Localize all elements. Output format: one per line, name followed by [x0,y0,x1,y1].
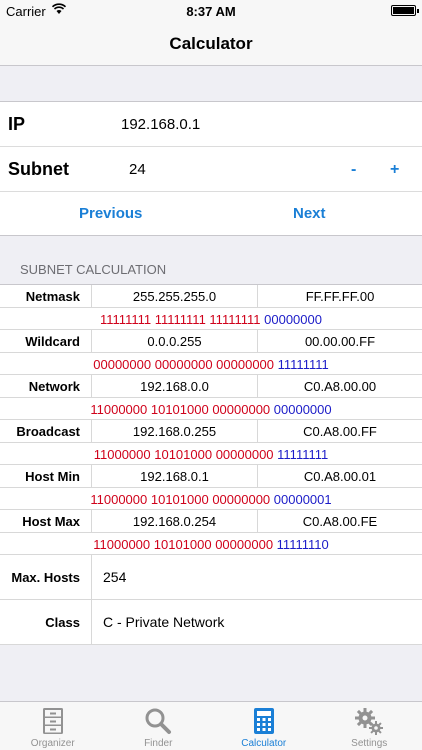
max-hosts-value: 254 [91,555,422,600]
navigation-bar: Calculator [0,22,422,66]
tab-label: Organizer [30,738,75,749]
hex-value: FF.FF.FF.00 [257,285,422,307]
input-group: IP 192.168.0.1 Subnet 24 - + Previous Ne… [0,101,422,236]
subnet-increment-button[interactable]: + [390,161,399,179]
pagination-row: Previous Next [0,192,422,237]
previous-button[interactable]: Previous [79,205,142,222]
binary-host-bits: 00000000 [264,311,322,327]
page-title: Calculator [169,34,253,53]
tab-calculator[interactable]: Calculator [211,702,317,750]
tab-finder[interactable]: Finder [106,702,212,750]
binary-network-bits: 11000000 10101000 00000000 [93,446,274,462]
decimal-value: 192.168.0.0 [91,375,257,397]
hex-value: C0.A8.00.00 [257,375,422,397]
binary-network-bits: 00000000 00000000 00000000 [93,356,275,372]
row-name: Netmask [25,289,80,304]
binary-network-bits: 11000000 10101000 00000000 [90,491,271,507]
gears-icon [355,708,384,735]
binary-host-bits: 00000001 [273,491,332,507]
host-min-row: Host Min 192.168.0.1 C0.A8.00.01 [0,465,422,488]
decimal-value: 0.0.0.255 [91,330,257,352]
binary-host-bits: 00000000 [273,401,332,417]
netmask-binary-row: 11111111 11111111 11111111 00000000 [0,308,422,330]
class-label: Class [45,615,80,630]
wildcard-binary-row: 00000000 00000000 00000000 11111111 [0,353,422,375]
wildcard-row: Wildcard 0.0.0.255 00.00.00.FF [0,330,422,353]
row-name: Network [28,379,80,394]
binary-host-bits: 11111111 [277,356,329,372]
tab-label: Calculator [241,738,287,749]
decimal-value: 192.168.0.255 [91,420,257,442]
class-row: Class C - Private Network [0,600,422,645]
subnet-input[interactable]: 24 [129,161,146,178]
battery-icon [391,5,419,16]
max-hosts-row: Max. Hosts 254 [0,555,422,600]
ip-label: IP [8,114,26,134]
binary-network-bits: 11111111 11111111 11111111 [100,311,261,327]
next-button[interactable]: Next [293,205,326,222]
decimal-value: 192.168.0.254 [91,510,257,532]
status-bar: Carrier 8:37 AM [0,0,422,22]
hex-value: 00.00.00.FF [257,330,422,352]
binary-network-bits: 11000000 10101000 00000000 [93,536,274,552]
network-binary-row: 11000000 10101000 00000000 00000000 [0,398,422,420]
netmask-row: Netmask 255.255.255.0 FF.FF.FF.00 [0,285,422,308]
row-name: Host Min [25,469,80,484]
host-max-row: Host Max 192.168.0.254 C0.A8.00.FE [0,510,422,533]
cabinet-icon [42,708,63,734]
hex-value: C0.A8.00.01 [257,465,422,487]
row-name: Wildcard [25,334,80,349]
subnet-decrement-button[interactable]: - [351,161,356,179]
broadcast-binary-row: 11000000 10101000 00000000 11111111 [0,443,422,465]
max-hosts-label: Max. Hosts [11,570,80,585]
tab-label: Finder [144,738,173,749]
subnet-calculation-table: Netmask 255.255.255.0 FF.FF.FF.00 111111… [0,284,422,645]
decimal-value: 192.168.0.1 [91,465,257,487]
row-name: Host Max [22,514,80,529]
row-name: Broadcast [16,424,80,439]
broadcast-row: Broadcast 192.168.0.255 C0.A8.00.FF [0,420,422,443]
binary-host-bits: 11111110 [276,536,329,552]
binary-network-bits: 11000000 10101000 00000000 [90,401,271,417]
hex-value: C0.A8.00.FF [257,420,422,442]
network-row: Network 192.168.0.0 C0.A8.00.00 [0,375,422,398]
tab-bar: Organizer Finder Calculator Settings [0,701,422,750]
ip-input[interactable]: 192.168.0.1 [121,116,200,133]
status-time: 8:37 AM [186,4,236,19]
decimal-value: 255.255.255.0 [91,285,257,307]
section-header: SUBNET CALCULATION [20,262,167,277]
magnifier-icon [145,708,172,734]
hex-value: C0.A8.00.FE [257,510,422,532]
ip-row: IP 192.168.0.1 [0,102,422,147]
host-min-binary-row: 11000000 10101000 00000000 00000001 [0,488,422,510]
tab-organizer[interactable]: Organizer [0,702,106,750]
tab-settings[interactable]: Settings [317,702,422,750]
tab-label: Settings [351,738,388,749]
calculator-icon [253,708,274,734]
binary-host-bits: 11111111 [277,446,329,462]
class-value: C - Private Network [91,600,422,645]
subnet-row: Subnet 24 - + [0,147,422,192]
host-max-binary-row: 11000000 10101000 00000000 11111110 [0,533,422,555]
subnet-label: Subnet [8,159,69,179]
